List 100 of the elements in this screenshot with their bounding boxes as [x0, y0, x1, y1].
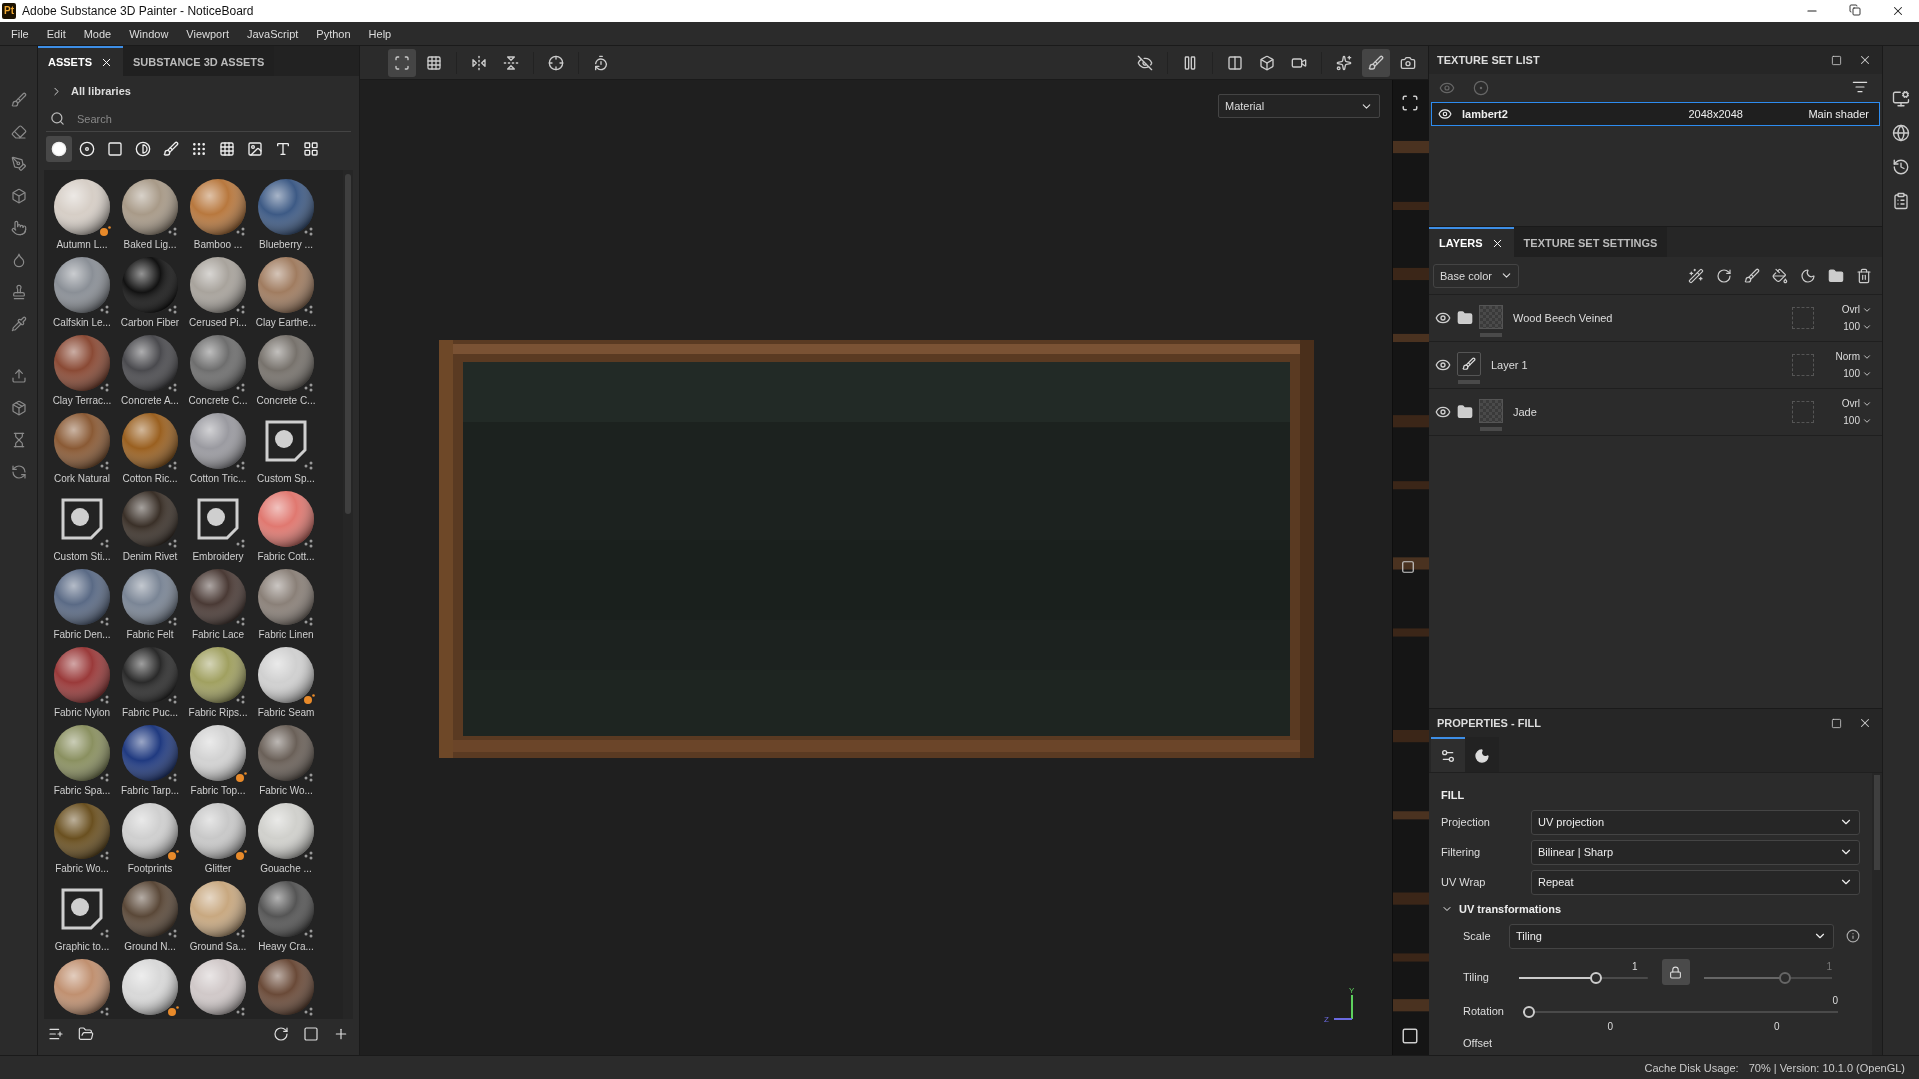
group-toggle[interactable]: UV transformations	[1441, 897, 1860, 921]
panel-tab[interactable]: TEXTURE SET SETTINGS	[1513, 227, 1668, 257]
sphere-drawing[interactable]	[257, 334, 315, 392]
sphere-drawing[interactable]	[53, 178, 111, 236]
paint-bucket-icon[interactable]	[1772, 267, 1788, 284]
mode-dropdown[interactable]: Material	[1218, 94, 1380, 118]
menu-item[interactable]: Mode	[74, 27, 121, 40]
sphere-drawing[interactable]	[189, 178, 247, 236]
trash-icon[interactable]	[1856, 267, 1872, 284]
eraser-icon[interactable]	[10, 124, 27, 140]
panel-tab[interactable]: LAYERS	[1429, 227, 1514, 257]
eye-icon[interactable]	[1438, 107, 1452, 121]
float-icon[interactable]	[1831, 717, 1842, 729]
brush-button[interactable]	[1362, 48, 1390, 77]
tool-card-icon[interactable]	[196, 497, 240, 541]
info-icon[interactable]	[1846, 929, 1860, 943]
sphere-drawing[interactable]	[189, 646, 247, 704]
eye-icon[interactable]	[1435, 404, 1451, 420]
sphere-drawing[interactable]	[121, 880, 179, 938]
eye-icon[interactable]	[1435, 310, 1451, 326]
sphere-drawing[interactable]	[257, 724, 315, 782]
sphere-drawing[interactable]	[257, 490, 315, 548]
sphere-drawing[interactable]	[189, 412, 247, 470]
square-icon[interactable]	[1401, 560, 1415, 574]
dropdown[interactable]: Bilinear | Sharp	[1531, 839, 1860, 865]
close-icon[interactable]	[1858, 53, 1872, 67]
upload-icon[interactable]	[10, 368, 27, 384]
pen-icon[interactable]	[10, 156, 27, 172]
close-button[interactable]	[1891, 4, 1905, 18]
opacity-dropdown[interactable]: 100	[1843, 321, 1872, 332]
settings-tab[interactable]	[1431, 737, 1465, 772]
sphere-drawing[interactable]	[121, 412, 179, 470]
sphere-drawing[interactable]	[121, 958, 179, 1016]
sphere-drawing[interactable]	[121, 178, 179, 236]
panel-tab[interactable]: ASSETS	[38, 46, 123, 76]
opacity-dropdown[interactable]: 100	[1843, 415, 1872, 426]
sphere-drawing[interactable]	[121, 334, 179, 392]
rotate-icon[interactable]	[1716, 267, 1732, 284]
sphere-drawing[interactable]	[53, 568, 111, 626]
moon-icon[interactable]	[1800, 267, 1816, 284]
close-icon[interactable]	[1858, 716, 1872, 730]
sphere-drawing[interactable]	[53, 724, 111, 782]
layer-row[interactable]: Jade Ovrl 100	[1429, 389, 1882, 436]
tool-card-icon[interactable]	[264, 419, 308, 463]
blend-mode-dropdown[interactable]: Ovrl	[1841, 398, 1872, 409]
frame-button[interactable]	[388, 48, 416, 77]
brush-icon[interactable]	[1744, 267, 1760, 284]
scrollbar[interactable]	[1872, 773, 1882, 1055]
menu-item[interactable]: Help	[359, 27, 401, 40]
wand-icon[interactable]	[1688, 267, 1704, 284]
refresh-icon[interactable]	[273, 1026, 289, 1042]
sphere-drawing[interactable]	[257, 256, 315, 314]
lock-button[interactable]	[1661, 959, 1690, 985]
sphere-drawing[interactable]	[257, 880, 315, 938]
opacity-dropdown[interactable]: 100	[1843, 368, 1872, 379]
dropdown[interactable]: UV projection	[1531, 809, 1860, 835]
texture-set-row[interactable]: lambert2 2048x2048 Main shader	[1431, 102, 1880, 126]
search-field[interactable]: Search	[75, 111, 351, 126]
circle-filter-button[interactable]	[46, 136, 72, 162]
square-icon[interactable]	[303, 1026, 319, 1042]
blend-mode-dropdown[interactable]: Ovrl	[1841, 304, 1872, 315]
sphere-drawing[interactable]	[53, 256, 111, 314]
menu-item[interactable]: Edit	[37, 27, 75, 40]
dropdown[interactable]: Repeat	[1531, 869, 1860, 895]
clipboard-icon[interactable]	[1892, 192, 1910, 210]
sphere-drawing[interactable]	[257, 568, 315, 626]
sphere-drawing[interactable]	[257, 178, 315, 236]
material-tab[interactable]	[1465, 737, 1499, 772]
sphere-drawing[interactable]	[121, 568, 179, 626]
sphere-drawing[interactable]	[53, 412, 111, 470]
cube-icon[interactable]	[10, 188, 27, 204]
sphere-drawing[interactable]	[257, 646, 315, 704]
sphere-drawing[interactable]	[121, 802, 179, 860]
menu-item[interactable]: Viewport	[177, 27, 238, 40]
restore-button[interactable]	[1849, 4, 1861, 16]
eye-icon[interactable]	[1435, 357, 1451, 373]
menu-item[interactable]: Python	[307, 27, 360, 40]
package-icon[interactable]	[10, 400, 27, 416]
sphere-drawing[interactable]	[53, 334, 111, 392]
dropdown[interactable]: Tiling	[1509, 923, 1834, 949]
sphere-drawing[interactable]	[189, 802, 247, 860]
slider-thumb[interactable]	[1779, 972, 1792, 984]
pipette-icon[interactable]	[10, 316, 27, 332]
layer-row[interactable]: Wood Beech Veined Ovrl 100	[1429, 295, 1882, 342]
menu-item[interactable]: File	[2, 27, 38, 40]
circle-dot-icon[interactable]	[1473, 80, 1489, 96]
menu-item[interactable]: Window	[120, 27, 178, 40]
float-icon[interactable]	[1831, 54, 1842, 66]
tool-card-icon[interactable]	[60, 497, 104, 541]
sphere-drawing[interactable]	[189, 958, 247, 1016]
folder-icon[interactable]	[1828, 267, 1844, 284]
sphere-drawing[interactable]	[257, 802, 315, 860]
globe-icon[interactable]	[1892, 124, 1910, 142]
brush-icon[interactable]	[10, 92, 27, 108]
menu-icon[interactable]	[1852, 79, 1868, 95]
layer-row[interactable]: Layer 1 Norm 100	[1429, 342, 1882, 389]
library-label[interactable]: All libraries	[71, 85, 131, 97]
plus-icon[interactable]	[333, 1026, 349, 1042]
sphere-drawing[interactable]	[53, 802, 111, 860]
uv-frame-icon[interactable]	[1401, 94, 1419, 112]
